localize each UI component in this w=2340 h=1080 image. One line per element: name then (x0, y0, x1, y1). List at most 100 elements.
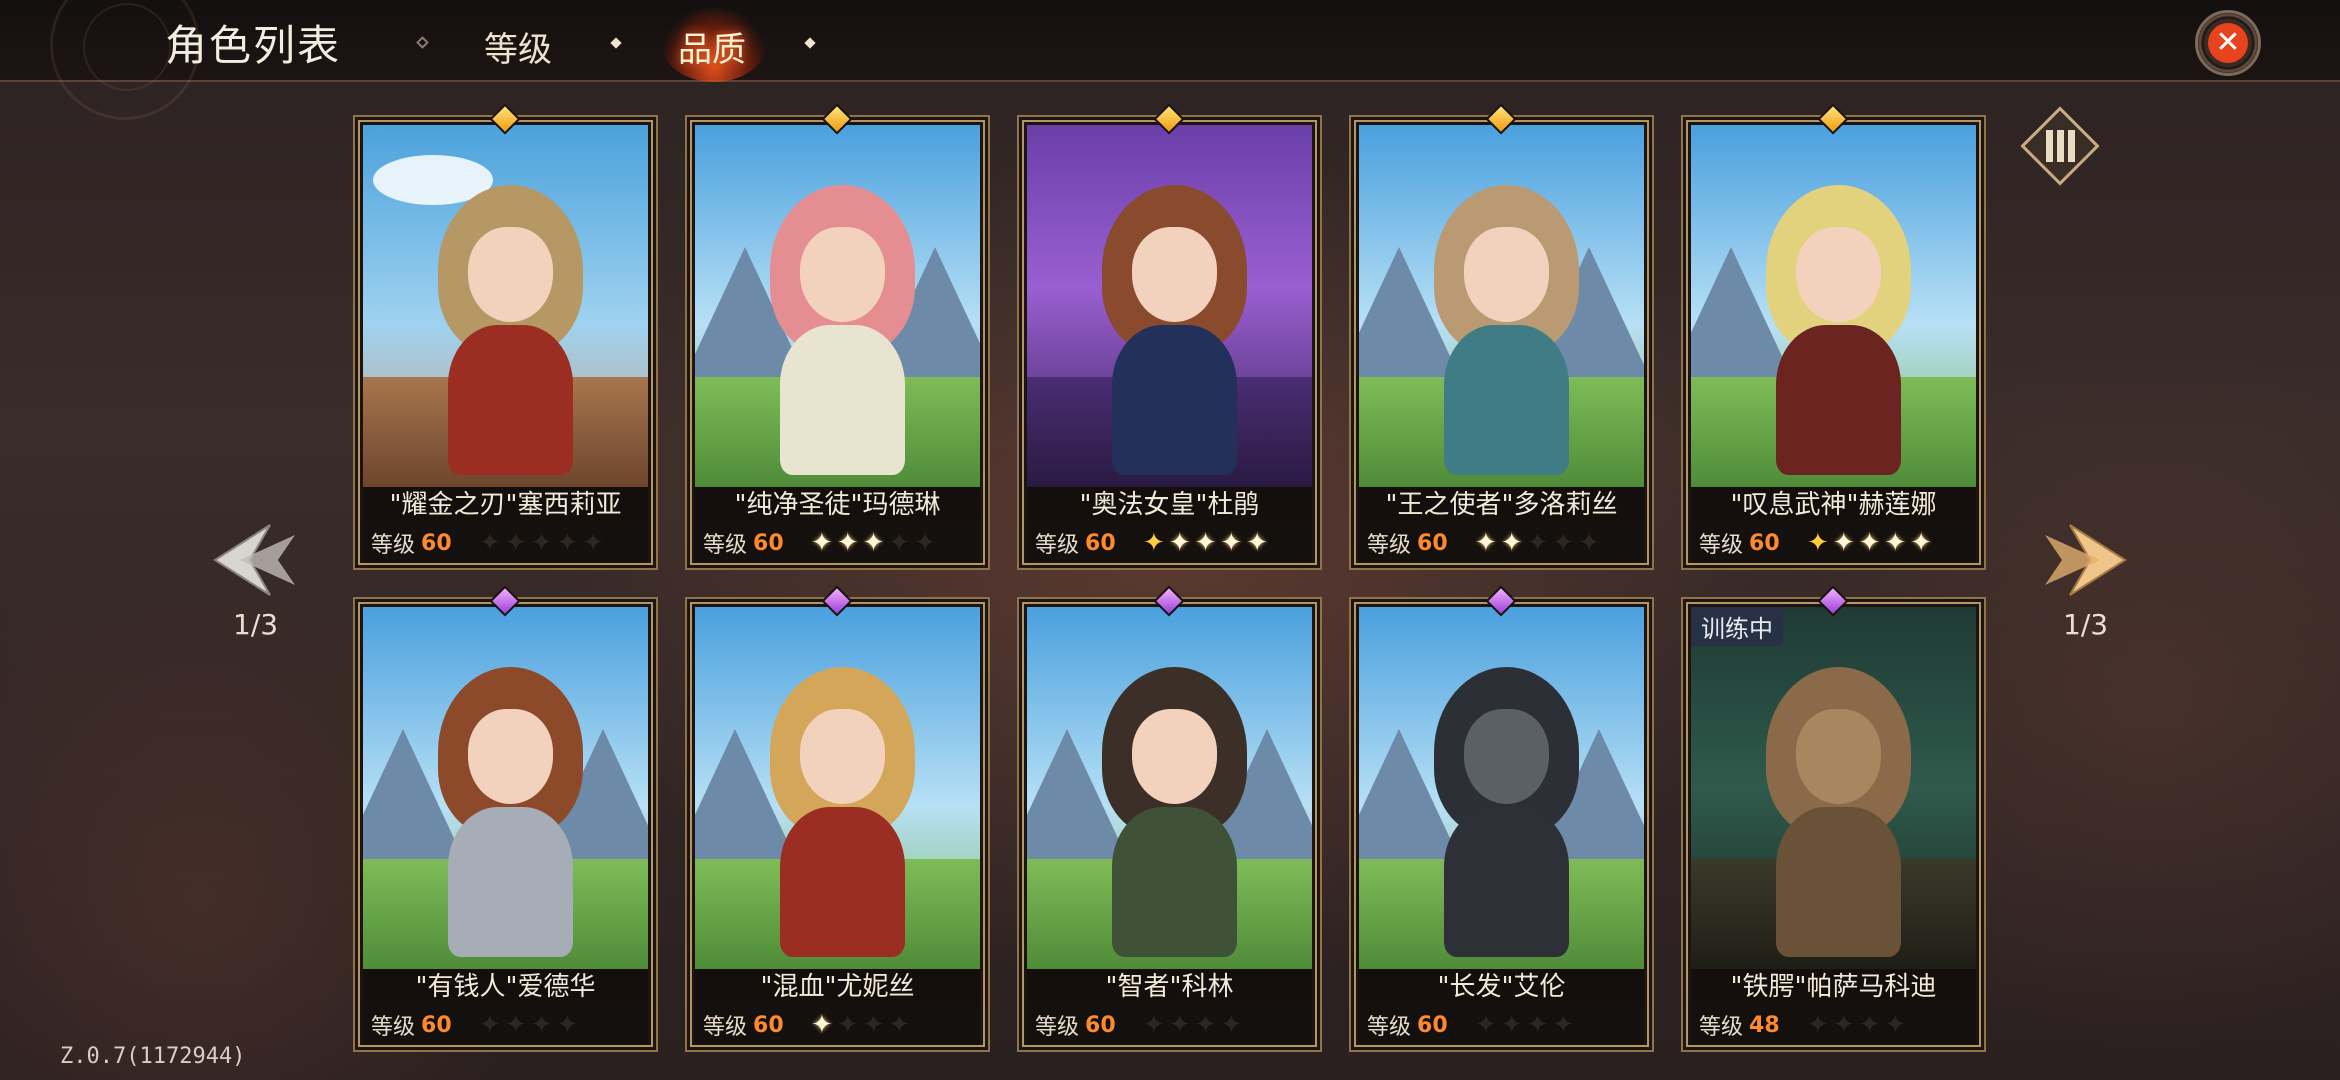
level-label: 等级 (1699, 533, 1744, 558)
star-rating: ✦ ✦ ✦ ✦ ✦ (811, 530, 936, 556)
tab-separator-icon (804, 37, 816, 49)
star-empty-icon: ✦ (1552, 528, 1575, 558)
level-value: 60 (753, 530, 784, 556)
character-card[interactable]: "叹息武神"赫莲娜 等级 60 ✦ ✦ ✦ ✦ ✦ (1686, 103, 1981, 565)
level-label: 等级 (1367, 533, 1412, 558)
star-filled-icon: ✦ (862, 528, 885, 558)
level-value: 60 (1417, 530, 1448, 556)
level-label: 等级 (703, 533, 748, 558)
character-card[interactable]: "王之使者"多洛莉丝 等级 60 ✦ ✦ ✦ ✦ ✦ (1354, 103, 1649, 565)
star-empty-icon: ✦ (1194, 1010, 1217, 1040)
next-page-button[interactable] (2040, 515, 2130, 605)
level-label: 等级 (1367, 1015, 1412, 1040)
star-empty-icon: ✦ (479, 528, 501, 558)
level-value: 60 (1417, 1012, 1448, 1038)
star-filled-icon: ✦ (1500, 528, 1523, 558)
star-empty-icon: ✦ (556, 528, 579, 558)
character-name: "奥法女皇"杜鹃 (1027, 487, 1312, 523)
level-label: 等级 (1035, 533, 1080, 558)
star-filled-icon: ✦ (1475, 528, 1497, 558)
character-name: "铁腭"帕萨马科迪 (1691, 969, 1976, 1005)
level-value: 60 (753, 1012, 784, 1038)
character-name: "智者"科林 (1027, 969, 1312, 1005)
training-badge: 训练中 (1691, 607, 1783, 646)
star-filled-icon: ✦ (1246, 528, 1268, 558)
character-name: "王之使者"多洛莉丝 (1359, 487, 1644, 523)
level-label: 等级 (371, 1015, 416, 1040)
character-name: "混血"尤妮丝 (695, 969, 980, 1005)
character-name: "叹息武神"赫莲娜 (1691, 487, 1976, 523)
star-filled-icon: ✦ (811, 1010, 833, 1040)
character-card[interactable]: 训练中 "铁腭"帕萨马科迪 等级 48 ✦ ✦ ✦ ✦ (1686, 585, 1981, 1047)
level-value: 60 (1085, 1012, 1116, 1038)
star-empty-icon: ✦ (504, 1010, 527, 1040)
star-empty-icon: ✦ (530, 528, 553, 558)
level-value: 60 (1085, 530, 1116, 556)
star-empty-icon: ✦ (1884, 1010, 1907, 1040)
star-empty-icon: ✦ (1552, 1010, 1575, 1040)
character-portrait (695, 125, 980, 487)
star-empty-icon: ✦ (1220, 1010, 1243, 1040)
star-empty-icon: ✦ (1475, 1010, 1497, 1040)
star-empty-icon: ✦ (1578, 528, 1600, 558)
character-card[interactable]: "混血"尤妮丝 等级 60 ✦ ✦ ✦ ✦ (690, 585, 985, 1047)
star-filled-icon: ✦ (1220, 528, 1243, 558)
star-empty-icon: ✦ (888, 1010, 911, 1040)
star-empty-icon: ✦ (914, 528, 936, 558)
page-title: 角色列表 (165, 21, 342, 70)
star-rating: ✦ ✦ ✦ ✦ (1475, 1012, 1574, 1038)
character-portrait (1027, 607, 1312, 969)
tab-separator-icon (416, 36, 429, 49)
character-name: "长发"艾伦 (1359, 969, 1644, 1005)
star-empty-icon: ✦ (530, 1010, 553, 1040)
star-filled-icon: ✦ (811, 528, 833, 558)
character-portrait (695, 607, 980, 969)
character-portrait (1359, 607, 1644, 969)
star-empty-icon: ✦ (1858, 1010, 1881, 1040)
character-card[interactable]: "智者"科林 等级 60 ✦ ✦ ✦ ✦ (1022, 585, 1317, 1047)
star-filled-icon: ✦ (1884, 528, 1907, 558)
level-value: 60 (421, 1012, 452, 1038)
level-label: 等级 (1699, 1015, 1744, 1040)
character-card[interactable]: "奥法女皇"杜鹃 等级 60 ✦ ✦ ✦ ✦ ✦ (1022, 103, 1317, 565)
star-filled-icon: ✦ (1910, 528, 1932, 558)
character-card[interactable]: "耀金之刃"塞西莉亚 等级 60 ✦ ✦ ✦ ✦ ✦ (358, 103, 653, 565)
character-portrait (1027, 125, 1312, 487)
star-empty-icon: ✦ (1500, 1010, 1523, 1040)
close-icon: ✕ (2208, 23, 2248, 63)
star-filled-icon: ✦ (836, 528, 859, 558)
close-button[interactable]: ✕ (2195, 10, 2261, 76)
page-indicator-left: 1/3 (233, 608, 279, 641)
star-rating: ✦ ✦ ✦ ✦ (811, 1012, 910, 1038)
character-card[interactable]: "有钱人"爱德华 等级 60 ✦ ✦ ✦ ✦ (358, 585, 653, 1047)
grid-view-icon[interactable] (2020, 106, 2100, 186)
character-portrait (1691, 607, 1976, 969)
character-card[interactable]: "长发"艾伦 等级 60 ✦ ✦ ✦ ✦ (1354, 585, 1649, 1047)
top-bar: 角色列表 等级 品质 ✕ (0, 0, 2340, 120)
star-rating: ✦ ✦ ✦ ✦ (1143, 1012, 1242, 1038)
star-filled-icon: ✦ (1168, 528, 1191, 558)
tab-separator-icon (610, 37, 622, 49)
prev-page-button[interactable] (210, 515, 300, 605)
star-rating: ✦ ✦ ✦ ✦ ✦ (1807, 530, 1932, 556)
star-empty-icon: ✦ (862, 1010, 885, 1040)
star-filled-icon: ✦ (1832, 528, 1855, 558)
star-empty-icon: ✦ (836, 1010, 859, 1040)
star-filled-icon: ✦ (1858, 528, 1881, 558)
star-filled-icon: ✦ (1194, 528, 1217, 558)
character-portrait (1359, 125, 1644, 487)
star-filled-icon: ✦ (1807, 528, 1829, 558)
level-label: 等级 (1035, 1015, 1080, 1040)
character-card[interactable]: "纯净圣徒"玛德琳 等级 60 ✦ ✦ ✦ ✦ ✦ (690, 103, 985, 565)
tab-level[interactable]: 等级 (484, 22, 552, 71)
tab-quality[interactable]: 品质 (678, 22, 746, 71)
star-empty-icon: ✦ (888, 528, 911, 558)
star-filled-icon: ✦ (1143, 528, 1165, 558)
version-label: Z.0.7(1172944) (60, 1044, 246, 1069)
star-empty-icon: ✦ (1832, 1010, 1855, 1040)
level-label: 等级 (703, 1015, 748, 1040)
star-rating: ✦ ✦ ✦ ✦ (479, 1012, 578, 1038)
page-indicator-right: 1/3 (2063, 608, 2109, 641)
star-empty-icon: ✦ (556, 1010, 579, 1040)
chevron-left-icon (213, 524, 295, 596)
